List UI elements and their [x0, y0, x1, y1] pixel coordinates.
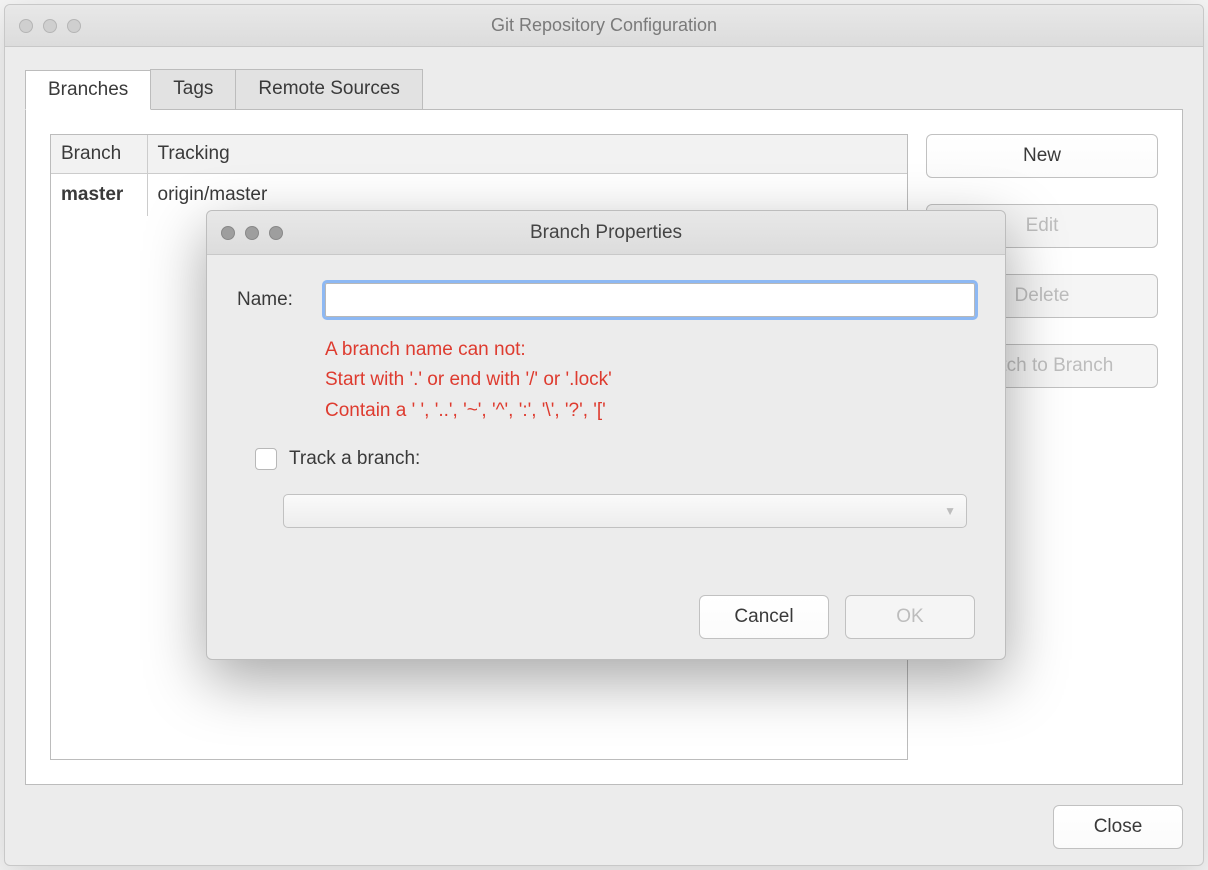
validation-message: A branch name can not: Start with '.' or…: [325, 335, 975, 426]
name-label: Name:: [237, 289, 311, 311]
track-branch-checkbox[interactable]: [255, 448, 277, 470]
validation-line: A branch name can not:: [325, 335, 975, 365]
zoom-icon[interactable]: [269, 226, 283, 240]
parent-titlebar: Git Repository Configuration: [5, 5, 1203, 47]
tab-tags[interactable]: Tags: [150, 69, 236, 109]
track-branch-dropdown: ▼: [283, 494, 967, 528]
branch-properties-dialog: Branch Properties Name: A branch name ca…: [206, 210, 1006, 660]
tab-row: Branches Tags Remote Sources: [25, 69, 1183, 110]
track-branch-row: Track a branch:: [255, 448, 975, 470]
tab-branches[interactable]: Branches: [25, 70, 151, 110]
branch-name-input[interactable]: [325, 283, 975, 317]
col-branch: Branch: [51, 135, 147, 174]
chevron-down-icon: ▼: [944, 504, 956, 518]
cancel-button[interactable]: Cancel: [699, 595, 829, 639]
validation-line: Contain a ' ', '..', '~', '^', ':', '\',…: [325, 396, 975, 426]
ok-button: OK: [845, 595, 975, 639]
name-row: Name:: [237, 283, 975, 317]
parent-traffic-lights[interactable]: [19, 19, 81, 33]
modal-window-title: Branch Properties: [207, 222, 1005, 244]
parent-window-title: Git Repository Configuration: [5, 15, 1203, 36]
track-branch-label: Track a branch:: [289, 448, 420, 470]
parent-footer: Close: [25, 785, 1183, 849]
tab-remote-sources[interactable]: Remote Sources: [235, 69, 423, 109]
new-button[interactable]: New: [926, 134, 1158, 178]
modal-footer: Cancel OK: [237, 595, 975, 639]
cell-branch: master: [51, 174, 147, 217]
modal-titlebar: Branch Properties: [207, 211, 1005, 255]
validation-line: Start with '.' or end with '/' or '.lock…: [325, 365, 975, 395]
branch-table: Branch Tracking master origin/master: [51, 135, 907, 216]
zoom-icon[interactable]: [67, 19, 81, 33]
close-icon[interactable]: [221, 226, 235, 240]
close-button[interactable]: Close: [1053, 805, 1183, 849]
minimize-icon[interactable]: [43, 19, 57, 33]
modal-body: Name: A branch name can not: Start with …: [207, 255, 1005, 659]
col-tracking: Tracking: [147, 135, 907, 174]
minimize-icon[interactable]: [245, 226, 259, 240]
close-icon[interactable]: [19, 19, 33, 33]
modal-traffic-lights[interactable]: [221, 226, 283, 240]
